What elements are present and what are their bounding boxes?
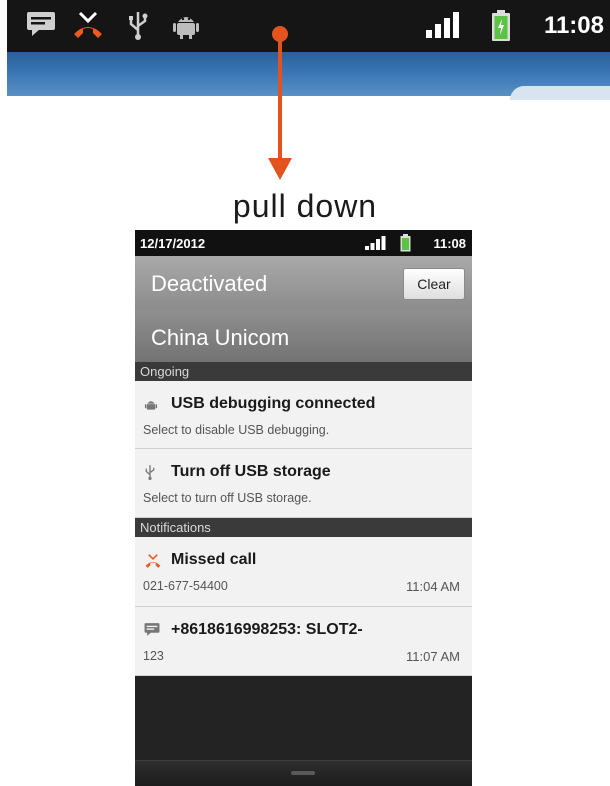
notifications-section-header: Notifications <box>135 518 472 537</box>
notification-item[interactable]: USB debugging connected Select to disabl… <box>135 381 472 449</box>
notification-title: USB debugging connected <box>171 395 376 412</box>
notification-panel: 12/17/2012 11:08 Deactivated Clear China… <box>135 230 472 786</box>
usb-icon <box>127 10 149 45</box>
message-icon <box>26 10 56 43</box>
signal-icon <box>364 235 386 254</box>
home-widget <box>510 86 610 100</box>
carrier-label: China Unicom <box>151 325 290 350</box>
notification-time: 11:04 AM <box>406 579 460 594</box>
signal-icon <box>425 10 461 45</box>
panel-drag-handle[interactable] <box>135 760 472 786</box>
message-icon <box>144 622 160 642</box>
android-debug-icon <box>172 10 200 45</box>
network-status-label: Deactivated <box>151 271 268 296</box>
notification-subtitle: Select to disable USB debugging. <box>143 423 330 437</box>
notifications-label: Notifications <box>140 520 211 535</box>
ongoing-section-header: Ongoing <box>135 362 472 381</box>
notification-title: Missed call <box>171 551 257 568</box>
notification-item[interactable]: Turn off USB storage Select to turn off … <box>135 449 472 518</box>
pull-arrow-head <box>268 158 292 180</box>
panel-date: 12/17/2012 <box>140 236 206 251</box>
android-debug-icon <box>144 398 158 417</box>
missed-call-icon <box>71 10 105 45</box>
notification-subtitle: 021-677-54400 <box>143 579 228 593</box>
battery-icon <box>491 10 511 47</box>
panel-time: 11:08 <box>433 236 466 251</box>
notification-time: 11:07 AM <box>406 649 460 664</box>
panel-status-bar: 12/17/2012 11:08 <box>135 230 472 256</box>
status-time: 11:08 <box>543 12 604 39</box>
notification-item[interactable]: +8618616998253: SLOT2- 123 11:07 AM <box>135 607 472 676</box>
home-wallpaper <box>7 52 610 100</box>
pull-down-caption: pull down <box>232 188 378 224</box>
pull-arrow-dot <box>272 26 288 42</box>
battery-icon <box>400 234 411 255</box>
network-status-row: Deactivated Clear <box>135 256 472 310</box>
status-bar[interactable]: 11:08 <box>7 0 610 52</box>
notification-title: Turn off USB storage <box>171 463 331 480</box>
ongoing-label: Ongoing <box>140 364 190 379</box>
notification-title: +8618616998253: SLOT2- <box>171 621 363 638</box>
grip-icon <box>291 771 315 775</box>
carrier-row: China Unicom <box>135 310 472 362</box>
clear-button[interactable]: Clear <box>403 268 465 300</box>
usb-icon <box>144 464 156 485</box>
notification-subtitle: Select to turn off USB storage. <box>143 491 312 505</box>
notification-subtitle: 123 <box>143 649 164 663</box>
pull-arrow-line <box>278 32 282 160</box>
missed-call-icon <box>144 553 162 574</box>
notification-item[interactable]: Missed call 021-677-54400 11:04 AM <box>135 537 472 607</box>
panel-empty-area <box>135 676 472 760</box>
